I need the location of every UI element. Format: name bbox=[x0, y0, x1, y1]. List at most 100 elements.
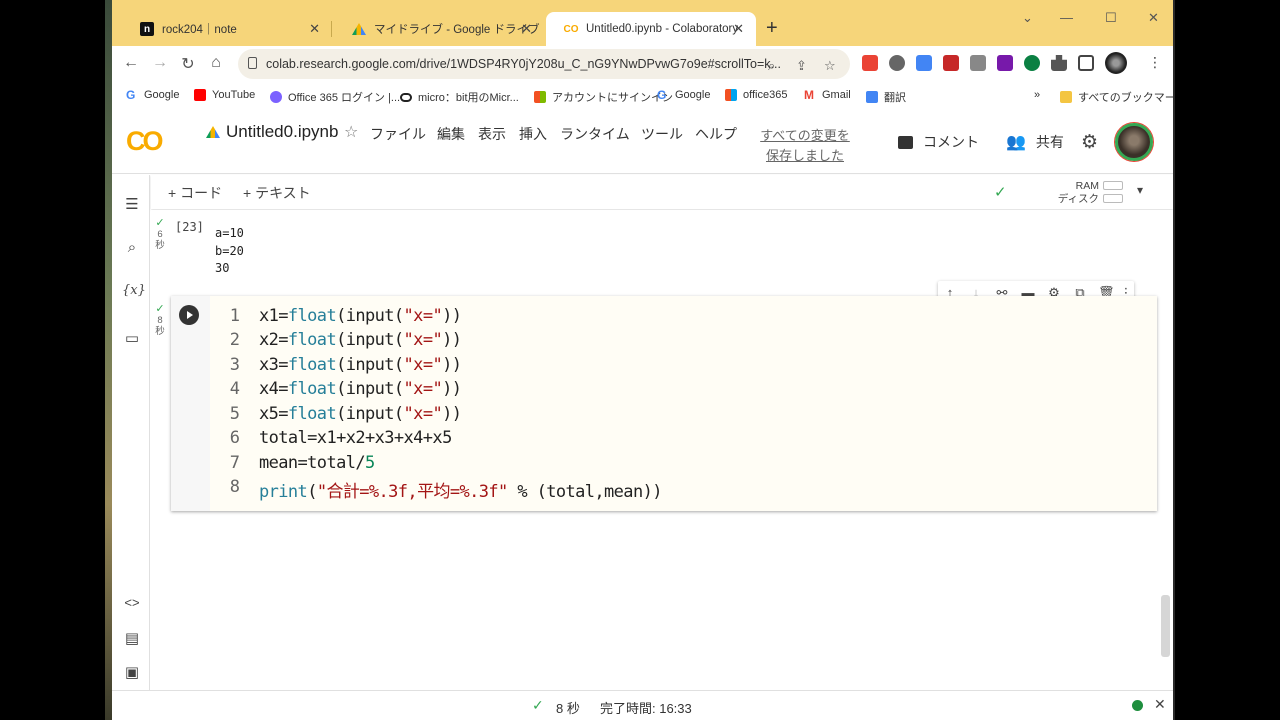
tab-colab[interactable]: CO Untitled0.ipynb - Colaboratory ✕ bbox=[546, 12, 756, 46]
profile-avatar[interactable] bbox=[1105, 52, 1127, 74]
bookmark-office365[interactable]: office365 bbox=[725, 89, 787, 101]
bookmark-microbit[interactable]: micro：bit用のMicr... bbox=[400, 89, 519, 105]
translate-extension-icon[interactable] bbox=[916, 55, 932, 71]
close-icon[interactable]: ✕ bbox=[1154, 696, 1166, 713]
extension-icon[interactable] bbox=[970, 55, 986, 71]
bookmark-account-signin[interactable]: アカウントにサインイン bbox=[534, 89, 673, 105]
close-icon[interactable]: ✕ bbox=[521, 21, 532, 37]
close-icon[interactable]: ✕ bbox=[733, 21, 744, 37]
onenote-extension-icon[interactable] bbox=[997, 55, 1013, 71]
home-icon[interactable]: ⌂ bbox=[206, 54, 226, 72]
address-bar[interactable]: colab.research.google.com/drive/1WDSP4RY… bbox=[238, 49, 850, 79]
forward-icon[interactable]: → bbox=[150, 54, 170, 72]
share-button[interactable]: 👥 共有 bbox=[1006, 132, 1064, 152]
translate-icon bbox=[866, 91, 878, 103]
star-icon[interactable]: ☆ bbox=[344, 122, 358, 142]
bookmark-gmail[interactable]: M Gmail bbox=[804, 89, 851, 101]
save-status-line: 保存しました bbox=[765, 148, 844, 163]
code-line-1: x1=float(input("x=")) bbox=[259, 306, 462, 326]
comment-button[interactable]: コメント bbox=[898, 132, 979, 152]
code-line-8: print("合計=%.3f,平均=%.3f" % (total,mean)) bbox=[259, 482, 662, 502]
bookmark-label: Office 365 ログイン |... bbox=[288, 92, 401, 104]
menu-tools[interactable]: ツール bbox=[641, 124, 683, 144]
disk-bar bbox=[1103, 194, 1123, 203]
resource-indicator[interactable]: RAM ディスク bbox=[1031, 180, 1099, 206]
code-cell[interactable]: 1 2 3 4 5 6 7 8 x1=float(input("x=")) x2… bbox=[171, 296, 1157, 511]
check-icon: ✓ bbox=[155, 303, 165, 315]
code-editor[interactable]: 1 2 3 4 5 6 7 8 x1=float(input("x=")) x2… bbox=[210, 296, 1157, 511]
tab-separator bbox=[331, 21, 332, 37]
variables-icon[interactable]: {x} bbox=[122, 283, 146, 298]
window-close-icon[interactable]: ✕ bbox=[1148, 10, 1159, 26]
side-panel-icon[interactable] bbox=[1078, 55, 1094, 71]
folder-icon[interactable]: ▭ bbox=[122, 329, 142, 347]
gear-icon[interactable]: ⚙ bbox=[1081, 131, 1098, 154]
google-icon: G bbox=[126, 88, 136, 102]
exec-time: 6 bbox=[157, 229, 163, 240]
colab-logo[interactable]: CO bbox=[126, 126, 163, 157]
save-status[interactable]: すべての変更を 保存しました bbox=[750, 126, 860, 166]
google-drive-icon bbox=[352, 22, 366, 36]
bookmark-youtube[interactable]: YouTube bbox=[194, 89, 255, 101]
run-cell-button[interactable] bbox=[179, 305, 199, 325]
table-of-contents-icon[interactable]: ☰ bbox=[122, 195, 142, 213]
notebook-title[interactable]: Untitled0.ipynb bbox=[206, 122, 338, 142]
avatar[interactable] bbox=[1115, 123, 1153, 161]
search-icon[interactable]: ⌕ bbox=[122, 239, 142, 256]
caret-down-icon[interactable]: ▾ bbox=[1137, 183, 1143, 197]
bookmark-google[interactable]: G Google bbox=[126, 89, 179, 101]
code-line-6: total=x1+x2+x3+x4+x5 bbox=[259, 428, 452, 448]
share-label: 共有 bbox=[1035, 134, 1064, 150]
extension-icon[interactable] bbox=[943, 55, 959, 71]
bookmark-label: YouTube bbox=[212, 89, 256, 101]
office-icon bbox=[270, 91, 282, 103]
chevron-down-icon[interactable]: ⌄ bbox=[1022, 10, 1033, 26]
terminal-icon[interactable]: ▣ bbox=[122, 663, 142, 681]
url-text: colab.research.google.com/drive/1WDSP4RY… bbox=[266, 57, 781, 71]
line-number: 8 bbox=[229, 477, 240, 497]
bookmark-label: すべてのブックマーク bbox=[1078, 92, 1173, 104]
add-text-button[interactable]: + テキスト bbox=[243, 183, 311, 203]
menu-view[interactable]: 表示 bbox=[478, 124, 506, 144]
tab-google-drive[interactable]: マイドライブ - Google ドライブ ✕ bbox=[334, 12, 544, 46]
all-bookmarks[interactable]: すべてのブックマーク bbox=[1060, 89, 1173, 105]
completion-time: 完了時間: 16:33 bbox=[600, 701, 692, 716]
share-page-icon[interactable]: ⇪ bbox=[796, 58, 807, 74]
menu-runtime[interactable]: ランタイム bbox=[560, 124, 630, 144]
gmail-extension-icon[interactable] bbox=[862, 55, 878, 71]
extension-icon[interactable] bbox=[889, 55, 905, 71]
bookmark-star-icon[interactable]: ☆ bbox=[824, 58, 836, 74]
extension-icon[interactable] bbox=[1024, 55, 1040, 71]
reload-icon[interactable]: ↻ bbox=[178, 54, 198, 74]
exec-time-unit: 秒 bbox=[155, 240, 165, 251]
bookmark-label: Google bbox=[144, 89, 180, 101]
exec-time-unit: 秒 bbox=[155, 326, 165, 337]
menu-help[interactable]: ヘルプ bbox=[695, 124, 737, 144]
add-code-button[interactable]: + コード bbox=[168, 183, 222, 203]
menu-insert[interactable]: 挿入 bbox=[519, 124, 547, 144]
bookmark-office365-login[interactable]: Office 365 ログイン |... bbox=[270, 89, 400, 105]
new-tab-button[interactable]: + bbox=[766, 17, 778, 40]
line-number: 4 bbox=[229, 379, 240, 399]
menu-file[interactable]: ファイル bbox=[370, 124, 426, 144]
tab-title: マイドライブ - Google ドライブ bbox=[374, 24, 540, 36]
bookmark-google-2[interactable]: G Google bbox=[657, 89, 710, 101]
tab-note[interactable]: n rock204｜note ✕ bbox=[122, 12, 332, 46]
minimize-icon[interactable]: — bbox=[1060, 10, 1073, 25]
back-icon[interactable]: ← bbox=[121, 54, 141, 72]
scrollbar[interactable] bbox=[1161, 595, 1170, 657]
maximize-icon[interactable]: ☐ bbox=[1105, 10, 1117, 26]
bookmarks-overflow[interactable]: » bbox=[1034, 89, 1040, 101]
close-icon[interactable]: ✕ bbox=[309, 21, 320, 37]
code-snippets-icon[interactable]: <> bbox=[122, 595, 142, 610]
bookmarks-bar: G Google YouTube Office 365 ログイン |... mic… bbox=[112, 84, 1173, 108]
zoom-icon[interactable]: ⌕ bbox=[768, 58, 775, 74]
check-icon: ✓ bbox=[155, 217, 165, 229]
menu-edit[interactable]: 編集 bbox=[437, 124, 465, 144]
microbit-icon bbox=[400, 92, 412, 102]
bookmark-label: Gmail bbox=[822, 89, 851, 101]
bookmark-translate[interactable]: 翻訳 bbox=[866, 89, 906, 105]
line-number: 2 bbox=[229, 330, 240, 350]
more-vert-icon[interactable]: ⋮ bbox=[1148, 54, 1162, 71]
command-palette-icon[interactable]: ▤ bbox=[122, 629, 142, 647]
